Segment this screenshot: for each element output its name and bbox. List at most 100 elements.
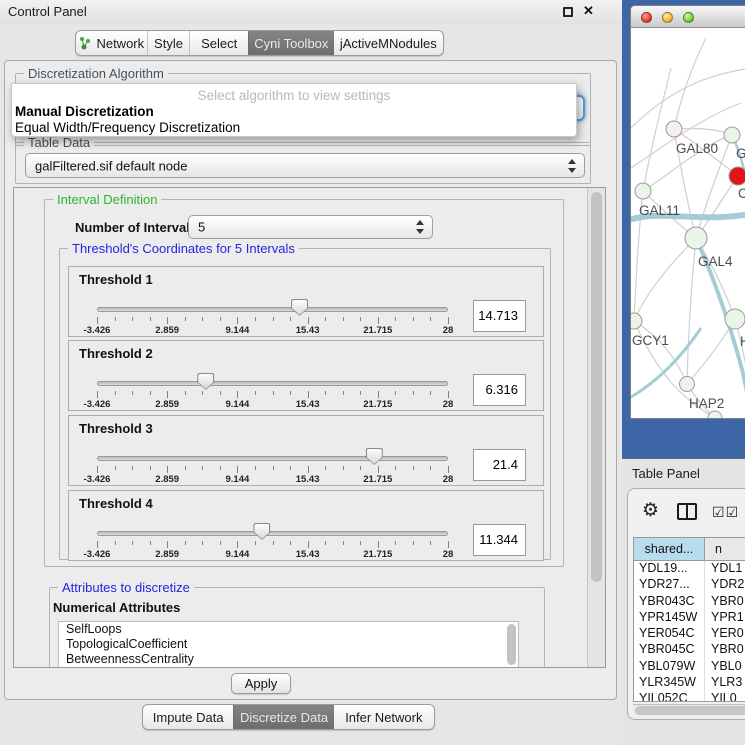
table-panel-title: Table Panel xyxy=(632,466,700,481)
thresholds-group-title: Threshold's Coordinates for 5 Intervals xyxy=(68,241,299,256)
threshold-1-value-field[interactable]: 14.713 xyxy=(473,300,526,332)
cell-shared-name[interactable]: YBL079W xyxy=(634,659,705,675)
slider-tick xyxy=(132,391,133,395)
vertical-scrollbar-thumb[interactable] xyxy=(591,192,602,582)
slider-tick xyxy=(430,466,431,470)
table-row[interactable]: YER054CYER0 xyxy=(634,626,745,642)
table-row[interactable]: YIL052CYIL0 xyxy=(634,691,745,702)
cell-name[interactable]: YPR1 xyxy=(705,610,745,626)
cell-shared-name[interactable]: YPR145W xyxy=(634,610,705,626)
table-row[interactable]: YBR045CYBR0 xyxy=(634,642,745,658)
network-node[interactable] xyxy=(729,167,745,185)
dropdown-option-equal-width-frequency[interactable]: Equal Width/Frequency Discretization xyxy=(15,120,240,135)
slider-tick-label: -3.426 xyxy=(84,474,111,485)
cell-shared-name[interactable]: YBR045C xyxy=(634,642,705,658)
columns-icon[interactable] xyxy=(677,503,697,520)
column-header-name[interactable]: n xyxy=(705,538,745,560)
network-node[interactable] xyxy=(724,127,740,143)
numerical-attributes-list[interactable]: SelfLoopsTopologicalCoefficientBetweenne… xyxy=(58,621,519,668)
cell-shared-name[interactable]: YBR043C xyxy=(634,594,705,610)
list-scrollbar[interactable] xyxy=(507,624,516,665)
tab-impute-data[interactable]: Impute Data xyxy=(143,705,233,729)
threshold-4-slider-track[interactable] xyxy=(97,531,448,536)
threshold-1-slider-handle[interactable] xyxy=(291,299,308,316)
slider-tick xyxy=(430,391,431,395)
cell-name[interactable]: YDR2 xyxy=(705,577,745,593)
apply-button[interactable]: Apply xyxy=(231,673,291,694)
table-row[interactable]: YDR27...YDR2 xyxy=(634,577,745,593)
slider-tick xyxy=(325,391,326,395)
network-node[interactable] xyxy=(635,183,651,199)
table-data-combobox[interactable]: galFiltered.sif default node xyxy=(25,153,585,178)
close-icon[interactable]: ✕ xyxy=(583,3,594,19)
slider-tick-label: -3.426 xyxy=(84,399,111,410)
threshold-3-value-field[interactable]: 21.4 xyxy=(473,449,526,481)
table-row[interactable]: YPR145WYPR1 xyxy=(634,610,745,626)
cell-shared-name[interactable]: YER054C xyxy=(634,626,705,642)
tab-discretize-data[interactable]: Discretize Data xyxy=(233,705,333,729)
threshold-2-slider-track[interactable] xyxy=(97,381,448,386)
threshold-2-slider-handle[interactable] xyxy=(197,373,214,390)
tab-cyni-toolbox[interactable]: Cyni Toolbox xyxy=(248,31,334,55)
cell-name[interactable]: YBL0 xyxy=(705,659,745,675)
cell-name[interactable]: YIL0 xyxy=(705,691,745,702)
horizontal-scrollbar-thumb[interactable] xyxy=(635,706,745,715)
cell-shared-name[interactable]: YDL19... xyxy=(634,561,705,577)
column-header-shared-name[interactable]: shared... xyxy=(634,538,705,560)
slider-tick xyxy=(413,466,414,470)
threshold-2-value-field[interactable]: 6.316 xyxy=(473,374,526,406)
cell-shared-name[interactable]: YDR27... xyxy=(634,577,705,593)
table-row[interactable]: YDL19...YDL1 xyxy=(634,561,745,577)
vertical-scrollbar[interactable] xyxy=(587,188,605,667)
slider-tick xyxy=(255,317,256,321)
attributes-to-discretize-group: Attributes to discretize Numerical Attri… xyxy=(49,587,545,668)
network-node[interactable] xyxy=(680,377,695,392)
table-row[interactable]: YLR345WYLR3 xyxy=(634,675,745,691)
network-canvas[interactable]: GAL80GAL11GAL4GCY1HAP2GCH xyxy=(631,28,745,419)
network-node[interactable] xyxy=(666,121,682,137)
tab-select[interactable]: Select xyxy=(189,31,248,55)
network-node[interactable] xyxy=(725,309,745,329)
slider-tick xyxy=(325,541,326,545)
cell-name[interactable]: YER0 xyxy=(705,626,745,642)
threshold-1-slider-track[interactable] xyxy=(97,307,448,312)
minimize-traffic-light-icon[interactable] xyxy=(662,12,673,23)
cell-name[interactable]: YLR3 xyxy=(705,675,745,691)
tab-jactivemnodules[interactable]: jActiveMNodules xyxy=(334,31,443,55)
cell-name[interactable]: YDL1 xyxy=(705,561,745,577)
table-row[interactable]: YBL079WYBL0 xyxy=(634,659,745,675)
network-node[interactable] xyxy=(708,411,722,419)
cell-name[interactable]: YBR0 xyxy=(705,594,745,610)
slider-tick xyxy=(115,391,116,395)
checkbox-filter-icons[interactable]: ☑☑ xyxy=(712,504,739,521)
tab-network[interactable]: Network xyxy=(76,31,147,55)
cell-name[interactable]: YBR0 xyxy=(705,642,745,658)
threshold-3-slider-handle[interactable] xyxy=(366,448,383,465)
cell-shared-name[interactable]: YLR345W xyxy=(634,675,705,691)
zoom-traffic-light-icon[interactable] xyxy=(683,12,694,23)
tab-style[interactable]: Style xyxy=(147,31,190,55)
network-window-titlebar[interactable] xyxy=(631,6,745,28)
close-traffic-light-icon[interactable] xyxy=(641,12,652,23)
slider-tick xyxy=(115,466,116,470)
dropdown-option-manual-discretization[interactable]: Manual Discretization xyxy=(15,104,154,119)
gear-icon[interactable]: ⚙ xyxy=(642,499,659,522)
network-node[interactable] xyxy=(631,313,642,329)
horizontal-scrollbar[interactable] xyxy=(633,704,745,715)
slider-tick xyxy=(220,317,221,321)
network-node[interactable] xyxy=(685,227,707,249)
numerical-attribute-item[interactable]: TopologicalCoefficient xyxy=(59,637,518,652)
number-of-intervals-combobox[interactable]: 5 xyxy=(188,215,433,239)
threshold-4-value-field[interactable]: 11.344 xyxy=(473,524,526,556)
table-row[interactable]: YBR043CYBR0 xyxy=(634,594,745,610)
numerical-attribute-item[interactable]: BetweennessCentrality xyxy=(59,652,518,667)
threshold-3-slider-track[interactable] xyxy=(97,456,448,461)
tab-infer-network[interactable]: Infer Network xyxy=(334,705,434,729)
network-node-label: G xyxy=(736,146,745,161)
cell-shared-name[interactable]: YIL052C xyxy=(634,691,705,702)
numerical-attribute-item[interactable]: SelfLoops xyxy=(59,622,518,637)
float-window-icon[interactable] xyxy=(563,7,573,17)
threshold-4-slider-handle[interactable] xyxy=(253,523,270,540)
slider-tick xyxy=(255,391,256,395)
threshold-3-label: Threshold 3 xyxy=(79,421,153,436)
